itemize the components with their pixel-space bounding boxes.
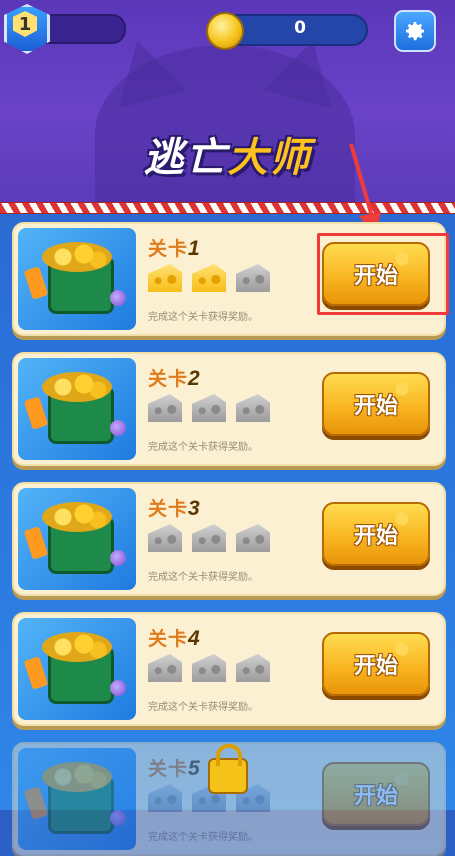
title-part-1: 逃亡	[143, 136, 228, 180]
start-button-level-3[interactable]: 开始	[322, 502, 430, 566]
cheese-rating	[148, 654, 270, 682]
level-thumbnail	[18, 488, 136, 590]
orb-icon	[110, 550, 126, 566]
level-thumbnail	[18, 618, 136, 720]
cheese-icon-empty	[236, 264, 270, 292]
level-label: 关卡2	[148, 367, 201, 390]
cheese-icon-empty	[148, 784, 182, 812]
cheese-icon-empty	[148, 654, 182, 682]
orb-icon	[110, 680, 126, 696]
lock-icon	[208, 744, 248, 794]
level-card-3: 关卡3 完成这个关卡获得奖励。 开始	[12, 482, 446, 596]
coin-icon	[206, 12, 244, 50]
rope-divider	[0, 202, 455, 214]
level-label: 关卡4	[148, 627, 201, 650]
orb-icon	[110, 810, 126, 826]
level-description: 完成这个关卡获得奖励。	[148, 832, 258, 843]
cheese-icon-empty	[192, 524, 226, 552]
cheese-rating	[148, 264, 270, 292]
highlight-box	[317, 233, 449, 315]
cheese-rating	[148, 394, 270, 422]
coin-pile-icon	[42, 762, 112, 792]
xp-bar	[38, 14, 126, 44]
start-button-level-4[interactable]: 开始	[322, 632, 430, 696]
settings-button[interactable]	[394, 10, 436, 52]
ticket-icon	[23, 526, 49, 560]
cheese-icon-earned	[192, 264, 226, 292]
ticket-icon	[23, 656, 49, 690]
gear-icon	[406, 22, 424, 41]
coin-pile-icon	[42, 502, 112, 532]
title-part-2: 大师	[227, 136, 312, 180]
level-card-2: 关卡2 完成这个关卡获得奖励。 开始	[12, 352, 446, 466]
level-label: 关卡5	[148, 757, 201, 780]
ticket-icon	[23, 786, 49, 820]
coin-pile-icon	[42, 242, 112, 272]
level-thumbnail	[18, 228, 136, 330]
ticket-icon	[23, 266, 49, 300]
ticket-icon	[23, 396, 49, 430]
cheese-rating	[148, 524, 270, 552]
level-description: 完成这个关卡获得奖励。	[148, 312, 258, 323]
orb-icon	[110, 420, 126, 436]
level-description: 完成这个关卡获得奖励。	[148, 702, 258, 713]
level-description: 完成这个关卡获得奖励。	[148, 442, 258, 453]
cheese-icon-empty	[192, 654, 226, 682]
orb-icon	[110, 290, 126, 306]
cheese-icon-empty	[236, 524, 270, 552]
cheese-icon-earned	[148, 264, 182, 292]
cheese-icon-empty	[192, 394, 226, 422]
cheese-icon-empty	[236, 654, 270, 682]
level-card-4: 关卡4 完成这个关卡获得奖励。 开始	[12, 612, 446, 726]
level-thumbnail	[18, 748, 136, 850]
level-label: 关卡1	[148, 237, 201, 260]
start-button-level-2[interactable]: 开始	[322, 372, 430, 436]
level-label: 关卡3	[148, 497, 201, 520]
coin-count: 0	[294, 18, 306, 38]
game-title: 逃亡大师	[0, 125, 455, 183]
level-description: 完成这个关卡获得奖励。	[148, 572, 258, 583]
cheese-icon-empty	[148, 394, 182, 422]
start-button-level-5: 开始	[322, 762, 430, 826]
coin-pile-icon	[42, 372, 112, 402]
level-thumbnail	[18, 358, 136, 460]
coin-pile-icon	[42, 632, 112, 662]
cheese-icon-empty	[148, 524, 182, 552]
cheese-icon-empty	[236, 394, 270, 422]
